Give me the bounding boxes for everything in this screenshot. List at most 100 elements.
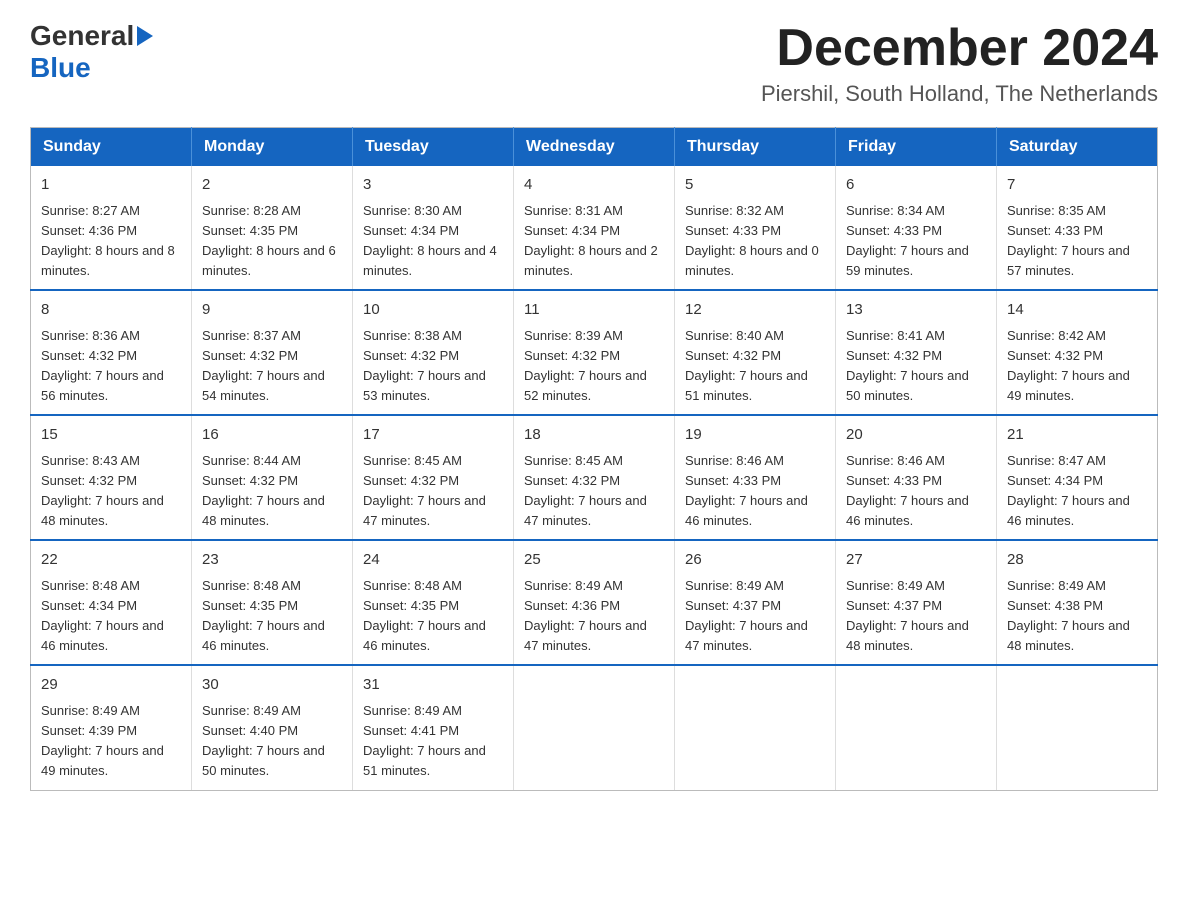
logo-blue-text: Blue: [30, 52, 91, 84]
calendar-cell: 2 Sunrise: 8:28 AMSunset: 4:35 PMDayligh…: [192, 166, 353, 290]
calendar-cell: [514, 665, 675, 790]
day-of-week-header: Saturday: [997, 128, 1158, 167]
calendar-cell: 5 Sunrise: 8:32 AMSunset: 4:33 PMDayligh…: [675, 166, 836, 290]
calendar-cell: 9 Sunrise: 8:37 AMSunset: 4:32 PMDayligh…: [192, 290, 353, 415]
day-number: 19: [685, 424, 825, 447]
day-info: Sunrise: 8:44 AMSunset: 4:32 PMDaylight:…: [202, 453, 325, 528]
day-of-week-header: Monday: [192, 128, 353, 167]
day-number: 13: [846, 299, 986, 322]
day-of-week-header: Friday: [836, 128, 997, 167]
calendar-cell: 1 Sunrise: 8:27 AMSunset: 4:36 PMDayligh…: [31, 166, 192, 290]
day-info: Sunrise: 8:48 AMSunset: 4:35 PMDaylight:…: [202, 578, 325, 653]
day-info: Sunrise: 8:30 AMSunset: 4:34 PMDaylight:…: [363, 203, 497, 278]
calendar-cell: [675, 665, 836, 790]
calendar-cell: 19 Sunrise: 8:46 AMSunset: 4:33 PMDaylig…: [675, 415, 836, 540]
day-number: 7: [1007, 174, 1147, 197]
day-number: 10: [363, 299, 503, 322]
calendar-cell: 23 Sunrise: 8:48 AMSunset: 4:35 PMDaylig…: [192, 540, 353, 665]
day-info: Sunrise: 8:31 AMSunset: 4:34 PMDaylight:…: [524, 203, 658, 278]
day-number: 2: [202, 174, 342, 197]
day-info: Sunrise: 8:36 AMSunset: 4:32 PMDaylight:…: [41, 328, 164, 403]
calendar-cell: 11 Sunrise: 8:39 AMSunset: 4:32 PMDaylig…: [514, 290, 675, 415]
day-info: Sunrise: 8:41 AMSunset: 4:32 PMDaylight:…: [846, 328, 969, 403]
day-number: 9: [202, 299, 342, 322]
day-number: 1: [41, 174, 181, 197]
calendar-cell: 22 Sunrise: 8:48 AMSunset: 4:34 PMDaylig…: [31, 540, 192, 665]
calendar-cell: 17 Sunrise: 8:45 AMSunset: 4:32 PMDaylig…: [353, 415, 514, 540]
calendar-header-row: SundayMondayTuesdayWednesdayThursdayFrid…: [31, 128, 1158, 167]
calendar-week-row: 22 Sunrise: 8:48 AMSunset: 4:34 PMDaylig…: [31, 540, 1158, 665]
title-section: December 2024 Piershil, South Holland, T…: [761, 20, 1158, 107]
calendar-cell: 25 Sunrise: 8:49 AMSunset: 4:36 PMDaylig…: [514, 540, 675, 665]
calendar-cell: [836, 665, 997, 790]
calendar-cell: 31 Sunrise: 8:49 AMSunset: 4:41 PMDaylig…: [353, 665, 514, 790]
calendar-week-row: 15 Sunrise: 8:43 AMSunset: 4:32 PMDaylig…: [31, 415, 1158, 540]
logo: General Blue: [30, 20, 153, 84]
calendar-cell: 16 Sunrise: 8:44 AMSunset: 4:32 PMDaylig…: [192, 415, 353, 540]
day-of-week-header: Thursday: [675, 128, 836, 167]
day-info: Sunrise: 8:35 AMSunset: 4:33 PMDaylight:…: [1007, 203, 1130, 278]
calendar-cell: 26 Sunrise: 8:49 AMSunset: 4:37 PMDaylig…: [675, 540, 836, 665]
day-number: 25: [524, 549, 664, 572]
day-info: Sunrise: 8:34 AMSunset: 4:33 PMDaylight:…: [846, 203, 969, 278]
calendar-cell: 6 Sunrise: 8:34 AMSunset: 4:33 PMDayligh…: [836, 166, 997, 290]
calendar-cell: 18 Sunrise: 8:45 AMSunset: 4:32 PMDaylig…: [514, 415, 675, 540]
calendar-week-row: 1 Sunrise: 8:27 AMSunset: 4:36 PMDayligh…: [31, 166, 1158, 290]
day-info: Sunrise: 8:49 AMSunset: 4:37 PMDaylight:…: [846, 578, 969, 653]
calendar-cell: 15 Sunrise: 8:43 AMSunset: 4:32 PMDaylig…: [31, 415, 192, 540]
calendar-cell: 14 Sunrise: 8:42 AMSunset: 4:32 PMDaylig…: [997, 290, 1158, 415]
day-info: Sunrise: 8:49 AMSunset: 4:37 PMDaylight:…: [685, 578, 808, 653]
day-info: Sunrise: 8:45 AMSunset: 4:32 PMDaylight:…: [524, 453, 647, 528]
day-number: 29: [41, 674, 181, 697]
day-info: Sunrise: 8:43 AMSunset: 4:32 PMDaylight:…: [41, 453, 164, 528]
logo-general-text: General: [30, 20, 134, 52]
calendar-cell: [997, 665, 1158, 790]
day-number: 22: [41, 549, 181, 572]
calendar-cell: 27 Sunrise: 8:49 AMSunset: 4:37 PMDaylig…: [836, 540, 997, 665]
day-number: 12: [685, 299, 825, 322]
day-info: Sunrise: 8:47 AMSunset: 4:34 PMDaylight:…: [1007, 453, 1130, 528]
day-number: 21: [1007, 424, 1147, 447]
day-number: 3: [363, 174, 503, 197]
calendar-cell: 28 Sunrise: 8:49 AMSunset: 4:38 PMDaylig…: [997, 540, 1158, 665]
calendar-week-row: 8 Sunrise: 8:36 AMSunset: 4:32 PMDayligh…: [31, 290, 1158, 415]
day-number: 16: [202, 424, 342, 447]
day-info: Sunrise: 8:38 AMSunset: 4:32 PMDaylight:…: [363, 328, 486, 403]
day-of-week-header: Wednesday: [514, 128, 675, 167]
day-info: Sunrise: 8:49 AMSunset: 4:38 PMDaylight:…: [1007, 578, 1130, 653]
calendar-cell: 4 Sunrise: 8:31 AMSunset: 4:34 PMDayligh…: [514, 166, 675, 290]
day-of-week-header: Tuesday: [353, 128, 514, 167]
calendar-cell: 24 Sunrise: 8:48 AMSunset: 4:35 PMDaylig…: [353, 540, 514, 665]
day-number: 15: [41, 424, 181, 447]
day-number: 27: [846, 549, 986, 572]
day-number: 31: [363, 674, 503, 697]
day-number: 17: [363, 424, 503, 447]
day-number: 23: [202, 549, 342, 572]
logo-arrow-icon: [137, 26, 153, 46]
day-number: 18: [524, 424, 664, 447]
calendar-cell: 3 Sunrise: 8:30 AMSunset: 4:34 PMDayligh…: [353, 166, 514, 290]
month-title: December 2024: [761, 20, 1158, 77]
day-info: Sunrise: 8:48 AMSunset: 4:35 PMDaylight:…: [363, 578, 486, 653]
calendar-cell: 29 Sunrise: 8:49 AMSunset: 4:39 PMDaylig…: [31, 665, 192, 790]
day-number: 5: [685, 174, 825, 197]
day-number: 26: [685, 549, 825, 572]
day-info: Sunrise: 8:40 AMSunset: 4:32 PMDaylight:…: [685, 328, 808, 403]
calendar-cell: 8 Sunrise: 8:36 AMSunset: 4:32 PMDayligh…: [31, 290, 192, 415]
calendar-cell: 10 Sunrise: 8:38 AMSunset: 4:32 PMDaylig…: [353, 290, 514, 415]
calendar-cell: 13 Sunrise: 8:41 AMSunset: 4:32 PMDaylig…: [836, 290, 997, 415]
day-info: Sunrise: 8:46 AMSunset: 4:33 PMDaylight:…: [685, 453, 808, 528]
day-info: Sunrise: 8:37 AMSunset: 4:32 PMDaylight:…: [202, 328, 325, 403]
day-number: 20: [846, 424, 986, 447]
calendar-week-row: 29 Sunrise: 8:49 AMSunset: 4:39 PMDaylig…: [31, 665, 1158, 790]
calendar-cell: 7 Sunrise: 8:35 AMSunset: 4:33 PMDayligh…: [997, 166, 1158, 290]
page-header: General Blue December 2024 Piershil, Sou…: [30, 20, 1158, 107]
day-info: Sunrise: 8:42 AMSunset: 4:32 PMDaylight:…: [1007, 328, 1130, 403]
day-info: Sunrise: 8:48 AMSunset: 4:34 PMDaylight:…: [41, 578, 164, 653]
calendar-cell: 30 Sunrise: 8:49 AMSunset: 4:40 PMDaylig…: [192, 665, 353, 790]
day-number: 30: [202, 674, 342, 697]
day-info: Sunrise: 8:39 AMSunset: 4:32 PMDaylight:…: [524, 328, 647, 403]
day-number: 14: [1007, 299, 1147, 322]
day-number: 11: [524, 299, 664, 322]
day-info: Sunrise: 8:46 AMSunset: 4:33 PMDaylight:…: [846, 453, 969, 528]
